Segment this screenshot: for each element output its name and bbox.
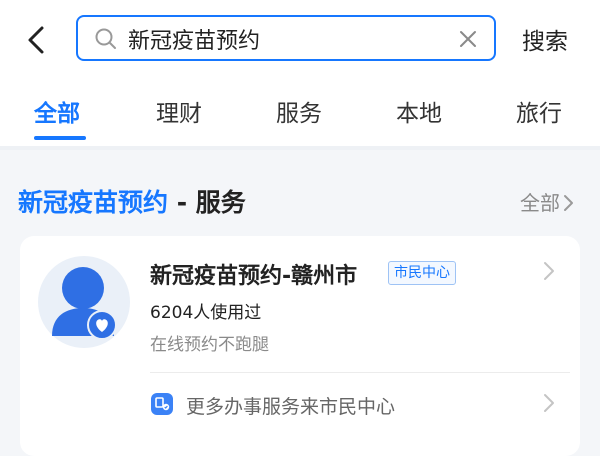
more-services-label: 更多办事服务来市民中心 [186, 396, 396, 418]
service-center-icon [151, 393, 173, 415]
card-divider [150, 372, 570, 373]
search-icon [95, 28, 116, 49]
search-input[interactable] [128, 23, 448, 55]
user-heart-icon [52, 267, 117, 340]
close-icon[interactable] [456, 27, 480, 51]
chevron-right-icon[interactable] [542, 260, 556, 282]
service-provider-badge: 市民中心 [388, 261, 456, 285]
usage-count: 6204人使用过 [150, 303, 262, 323]
active-tab-indicator [34, 136, 86, 140]
service-card[interactable]: 新冠疫苗预约-赣州市 市民中心 6204人使用过 在线预约不跑腿 更多办事服务来… [20, 236, 580, 456]
section-title-keyword: 新冠疫苗预约 [18, 188, 169, 217]
section-divider [0, 146, 600, 150]
chevron-right-icon [564, 195, 573, 211]
tab-travel[interactable]: 旅行 [516, 94, 562, 128]
back-button[interactable] [20, 20, 56, 60]
tab-all[interactable]: 全部 [34, 94, 80, 128]
tab-finance[interactable]: 理财 [156, 94, 202, 128]
section-title-category: - 服务 [168, 188, 246, 217]
service-description: 在线预约不跑腿 [150, 335, 269, 355]
tab-local[interactable]: 本地 [396, 94, 442, 128]
service-avatar [38, 256, 130, 348]
tab-services[interactable]: 服务 [276, 94, 322, 128]
more-services-link[interactable]: 更多办事服务来市民中心 [146, 386, 576, 426]
section-title: 新冠疫苗预约 - 服务 [18, 183, 246, 219]
section-all-link[interactable]: 全部 [520, 187, 574, 216]
search-button[interactable]: 搜索 [522, 22, 568, 56]
service-name: 新冠疫苗预约-赣州市 [150, 264, 358, 289]
chevron-right-icon [544, 394, 554, 412]
tab-bar: 全部 理财 服务 本地 旅行 [0, 88, 600, 144]
section-all-label: 全部 [520, 191, 560, 215]
top-bar: 搜索 全部 理财 服务 本地 旅行 [0, 0, 600, 150]
search-box[interactable] [76, 15, 496, 61]
chevron-left-icon [28, 26, 44, 54]
